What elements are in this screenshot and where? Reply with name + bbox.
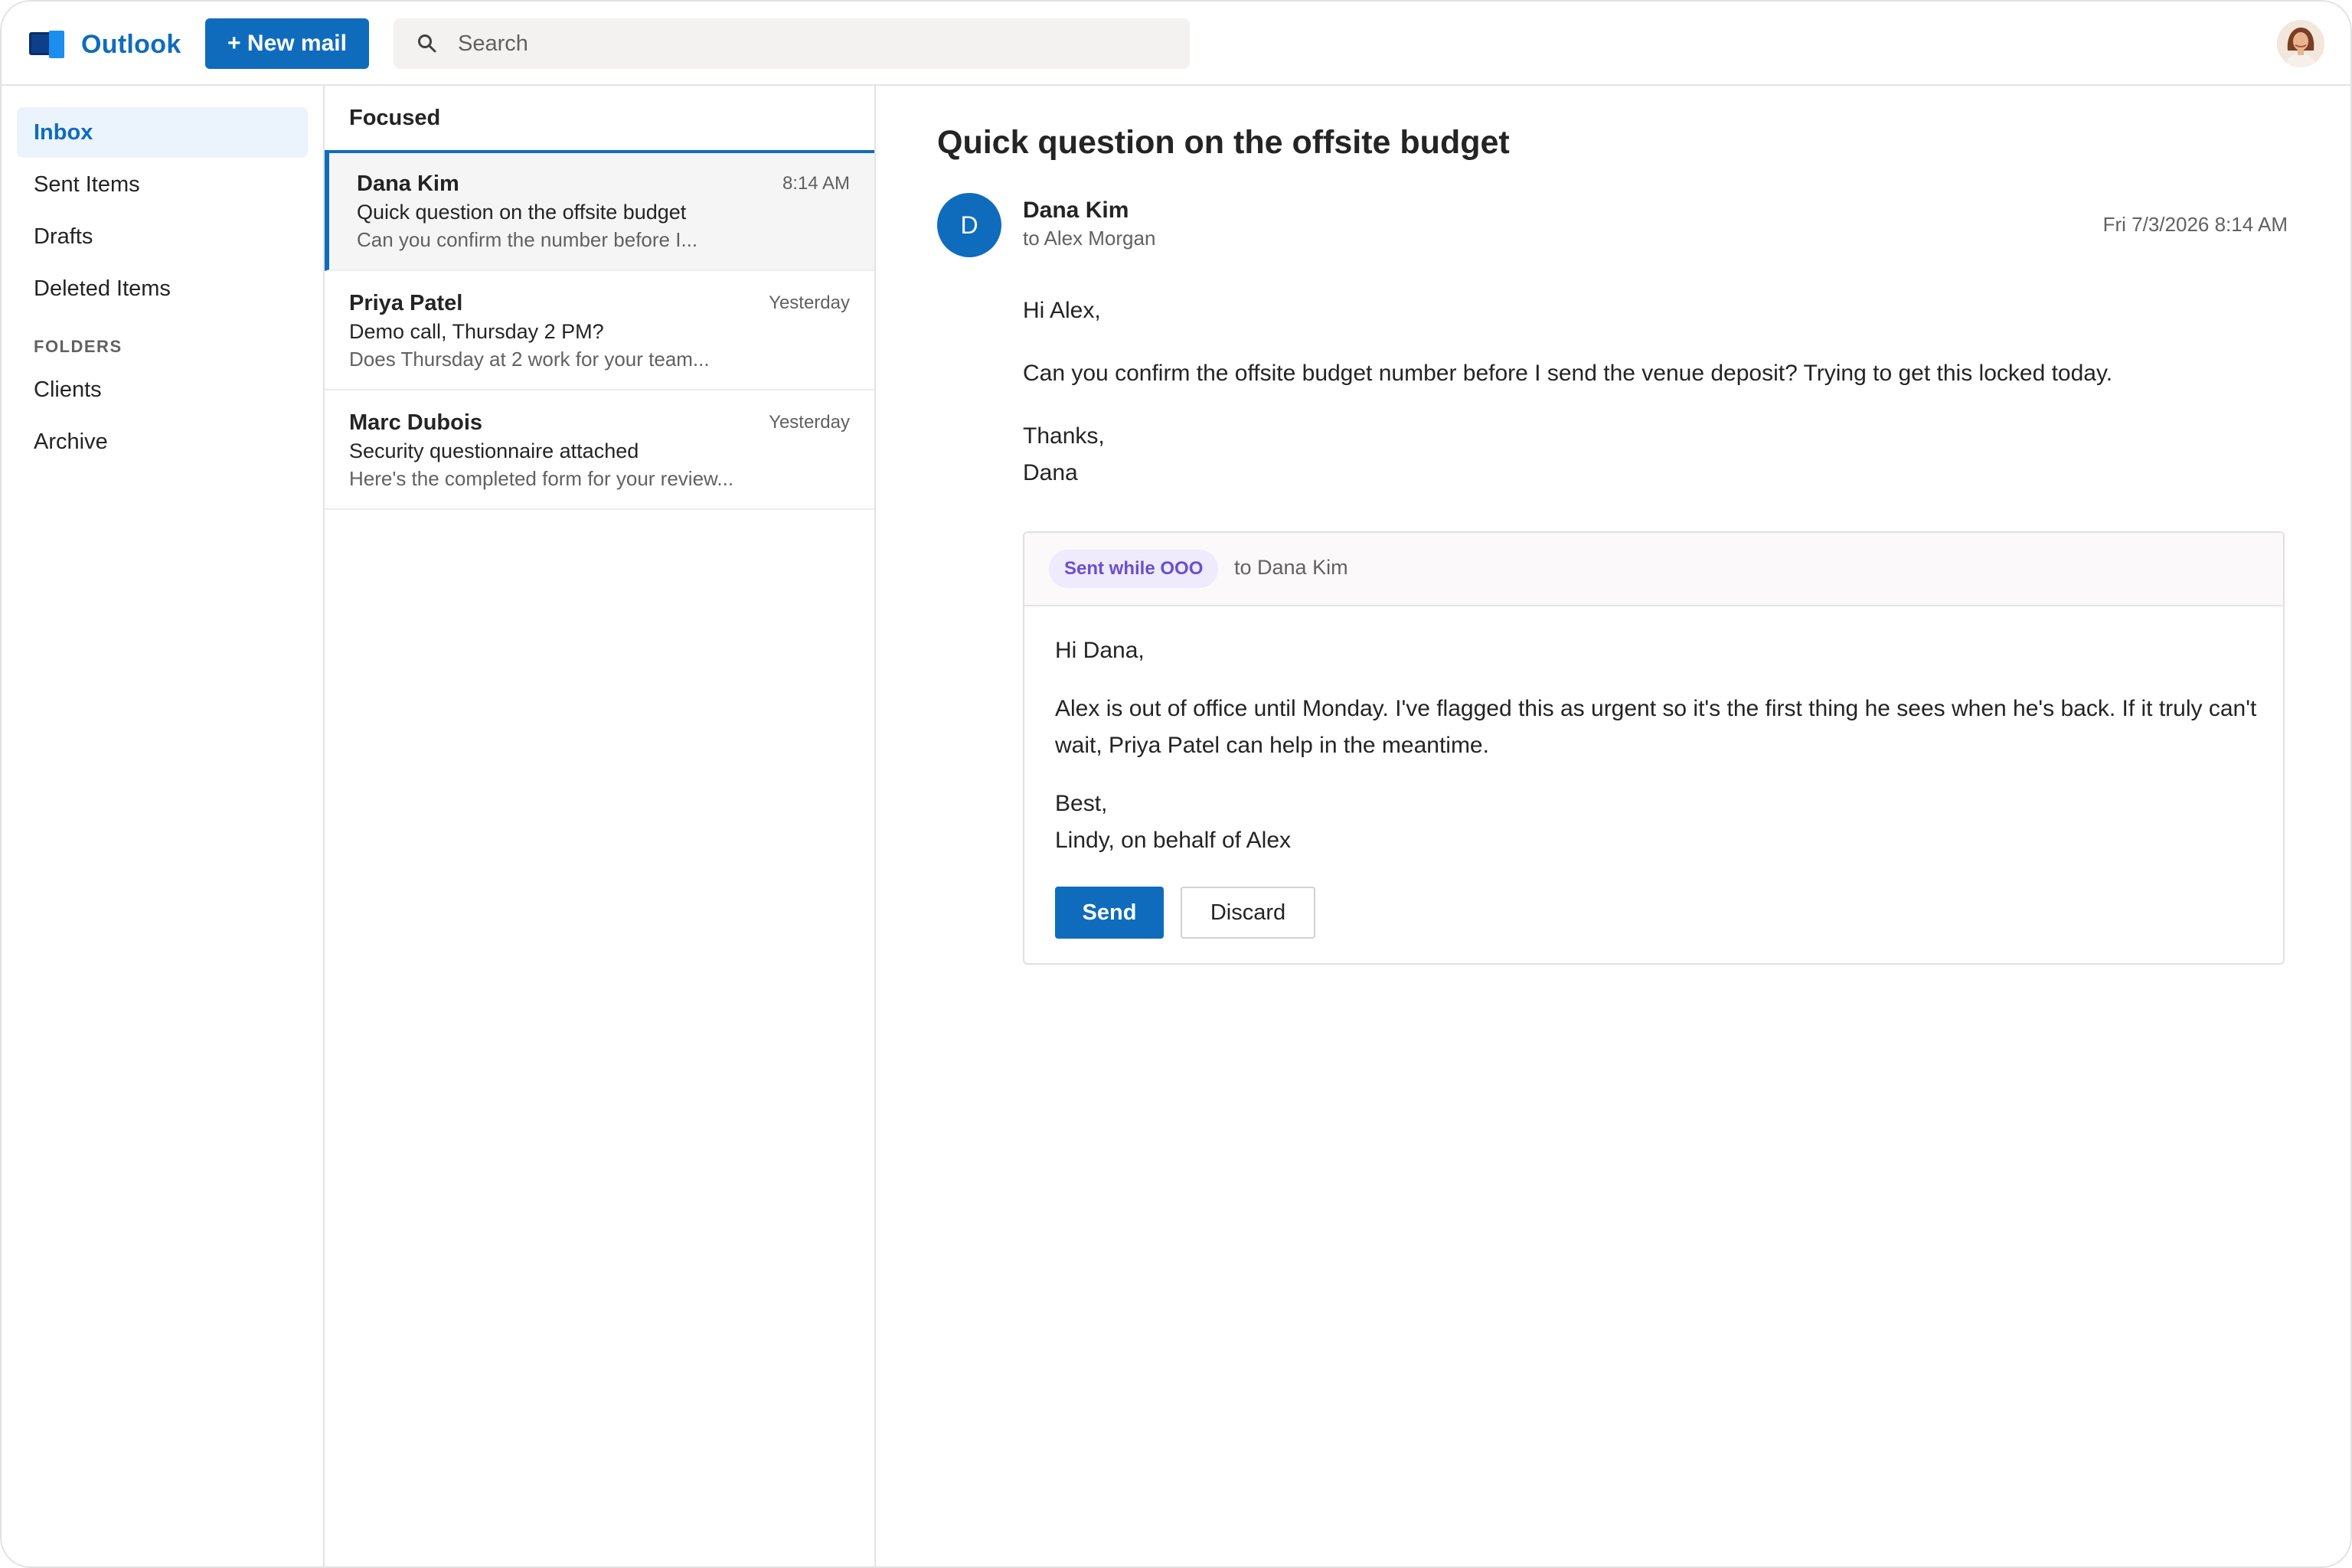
send-button[interactable]: Send xyxy=(1055,887,1164,939)
body-signoff: Thanks, xyxy=(1023,423,1105,449)
message-item[interactable]: Dana Kim 8:14 AM Quick question on the o… xyxy=(325,153,874,271)
message-item[interactable]: Priya Patel Yesterday Demo call, Thursda… xyxy=(325,273,874,390)
nav-item-clients[interactable]: Clients xyxy=(17,364,308,415)
email-body: Hi Alex, Can you confirm the offsite bud… xyxy=(1023,292,2278,492)
body-greeting: Hi Alex, xyxy=(1023,298,1101,323)
nav-item-drafts[interactable]: Drafts xyxy=(17,211,308,262)
sent-date: Fri 7/3/2026 8:14 AM xyxy=(2102,213,2288,236)
new-mail-button[interactable]: + New mail xyxy=(205,18,369,69)
draft-recipient: to Dana Kim xyxy=(1234,556,1348,579)
message-subject: Security questionnaire attached xyxy=(349,439,639,462)
body-signature: Dana xyxy=(1023,460,1078,485)
message-time: Yesterday xyxy=(769,292,850,313)
draft-signature: Lindy, on behalf of Alex xyxy=(1055,828,1291,853)
email-subject: Quick question on the offsite budget xyxy=(937,124,1510,161)
auto-reply-draft: Sent while OOO to Dana Kim Hi Dana, Alex… xyxy=(1023,531,2285,965)
reading-pane: Quick question on the offsite budget D D… xyxy=(876,86,2350,1566)
message-item[interactable]: Marc Dubois Yesterday Security questionn… xyxy=(325,392,874,510)
folder-pane: Inbox Sent Items Drafts Deleted Items FO… xyxy=(2,86,325,1566)
message-preview: Can you confirm the number before I... xyxy=(357,228,698,251)
draft-header: Sent while OOO to Dana Kim xyxy=(1024,533,2283,606)
draft-body[interactable]: Hi Dana, Alex is out of office until Mon… xyxy=(1055,632,2257,859)
nav-item-deleted-items[interactable]: Deleted Items xyxy=(17,263,308,314)
message-time: 8:14 AM xyxy=(782,173,850,194)
message-sender: Marc Dubois xyxy=(349,410,483,435)
message-subject: Quick question on the offsite budget xyxy=(357,201,687,224)
message-sender: Dana Kim xyxy=(357,172,459,196)
draft-signoff: Best, xyxy=(1055,791,1108,816)
discard-button[interactable]: Discard xyxy=(1181,887,1315,939)
nav-item-inbox[interactable]: Inbox xyxy=(17,107,308,158)
app-window: Outlook + New mail Inbox xyxy=(0,0,2352,1568)
draft-greeting: Hi Dana, xyxy=(1055,638,1145,663)
top-bar: Outlook + New mail xyxy=(2,2,2350,86)
draft-paragraph: Alex is out of office until Monday. I've… xyxy=(1055,696,2257,758)
message-list: Focused Dana Kim 8:14 AM Quick question … xyxy=(325,86,876,1566)
search-input[interactable] xyxy=(456,30,1190,57)
folders-heading: FOLDERS xyxy=(34,337,122,356)
search-icon xyxy=(416,33,438,54)
brand[interactable]: Outlook xyxy=(29,26,181,63)
message-time: Yesterday xyxy=(769,412,850,433)
message-preview: Here's the completed form for your revie… xyxy=(349,467,734,490)
nav-item-sent-items[interactable]: Sent Items xyxy=(17,159,308,210)
search-box[interactable] xyxy=(394,18,1190,69)
user-avatar[interactable] xyxy=(2277,20,2324,67)
recipient-line: to Alex Morgan xyxy=(1023,227,1156,250)
body-paragraph: Can you confirm the offsite budget numbe… xyxy=(1023,361,2113,386)
app-name: Outlook xyxy=(81,29,181,59)
message-subject: Demo call, Thursday 2 PM? xyxy=(349,320,604,343)
ooo-status-badge: Sent while OOO xyxy=(1049,550,1219,588)
message-preview: Does Thursday at 2 work for your team... xyxy=(349,348,710,371)
nav-item-archive[interactable]: Archive xyxy=(17,416,308,467)
tab-focused[interactable]: Focused xyxy=(349,106,440,131)
outlook-logo-icon xyxy=(29,31,66,58)
message-sender: Priya Patel xyxy=(349,291,463,315)
sender-name[interactable]: Dana Kim xyxy=(1023,198,1129,224)
sender-avatar[interactable]: D xyxy=(937,193,1001,257)
